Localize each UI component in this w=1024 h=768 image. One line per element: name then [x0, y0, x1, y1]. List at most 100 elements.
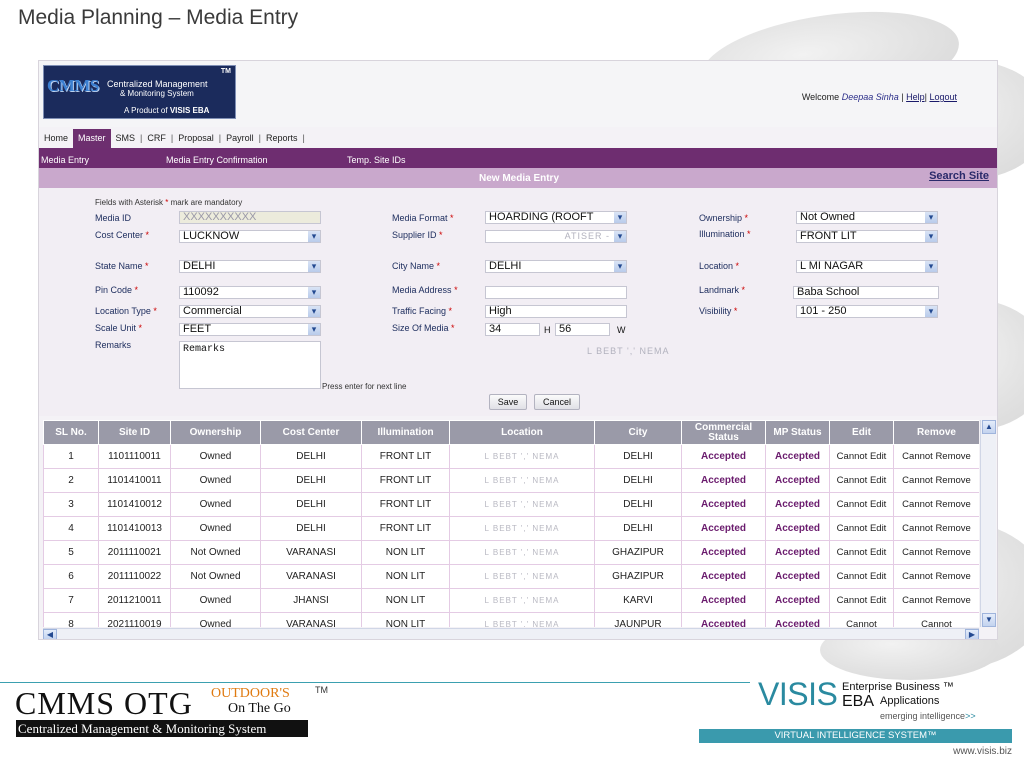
eba-text: EBA — [842, 693, 875, 710]
logo-line2: & Monitoring System — [120, 89, 194, 98]
cost-center-label: Cost Center * — [95, 230, 150, 240]
media-height-input[interactable]: 34 — [485, 323, 540, 336]
cell-remove[interactable]: Cannot Remove — [893, 468, 979, 493]
cell-edit[interactable]: Cannot Edit — [829, 516, 894, 541]
ownership-select[interactable]: Not Owned — [796, 211, 938, 224]
cell-ownership: Not Owned — [170, 540, 261, 565]
cell-edit[interactable]: Cannot Edit — [829, 492, 894, 517]
menu-master[interactable]: Master — [73, 129, 111, 148]
city-name-select[interactable]: DELHI — [485, 260, 627, 273]
cell-edit[interactable]: Cannot Edit — [829, 444, 894, 469]
cell-sl: 7 — [43, 588, 99, 613]
submenu-media-entry[interactable]: Media Entry — [41, 155, 89, 165]
user-name: Deepaa Sinha — [841, 92, 899, 102]
visibility-select[interactable]: 101 - 250 — [796, 305, 938, 318]
landmark-input[interactable]: Baba School — [793, 286, 939, 299]
cell-remove[interactable]: Cannot Remove — [893, 564, 979, 589]
remarks-label: Remarks — [95, 340, 132, 350]
scroll-left-icon[interactable]: ◀ — [43, 629, 57, 639]
cell-edit[interactable]: Cannot Edit — [829, 468, 894, 493]
menu-reports[interactable]: Reports — [261, 129, 303, 148]
cell-city: KARVI — [594, 588, 682, 613]
cell-location: L BEBT ',' NEMA — [449, 588, 595, 613]
media-width-input[interactable]: 56 — [555, 323, 610, 336]
column-header[interactable]: Ownership — [170, 420, 261, 445]
save-button[interactable]: Save — [489, 394, 527, 410]
cell-location: L BEBT ',' NEMA — [449, 612, 595, 627]
footer-divider — [0, 682, 750, 683]
column-header[interactable]: Location — [449, 420, 595, 445]
cell-location: L BEBT ',' NEMA — [449, 564, 595, 589]
table-row[interactable]: 7 2011210011 Owned JHANSI NON LIT L BEBT ',' … — [43, 588, 979, 613]
visibility-label: Visibility * — [699, 306, 738, 316]
column-header[interactable]: Remove — [893, 420, 979, 445]
pin-code-select[interactable]: 110092 — [179, 286, 321, 299]
menu-crf[interactable]: CRF — [142, 129, 171, 148]
cell-remove[interactable]: Cannot Remove — [893, 492, 979, 517]
state-name-select[interactable]: DELHI — [179, 260, 321, 273]
cell-edit[interactable]: Cannot Edit — [829, 540, 894, 565]
cell-edit[interactable]: Cannot Edit — [829, 564, 894, 589]
table-row[interactable]: 6 2011110022 Not Owned VARANASI NON LIT L BEB… — [43, 564, 979, 589]
cell-mp-status: Accepted — [765, 444, 830, 469]
main-menu: Home Master SMS | CRF | Proposal | Payro… — [39, 129, 305, 148]
supplier-id-select[interactable]: ATISER - — [485, 230, 627, 243]
menu-home[interactable]: Home — [39, 129, 73, 148]
cell-commercial-status: Accepted — [681, 492, 766, 517]
cell-remove[interactable]: Cannot Remove — [893, 540, 979, 565]
table-row[interactable]: 5 2011110021 Not Owned VARANASI NON LIT L BEB… — [43, 540, 979, 565]
scroll-up-icon[interactable]: ▲ — [982, 420, 996, 434]
traffic-facing-input[interactable]: High — [485, 305, 627, 318]
column-header[interactable]: Site ID — [98, 420, 171, 445]
location-label: Location * — [699, 261, 740, 271]
vertical-scrollbar[interactable]: ▲ ▼ — [980, 420, 996, 627]
cell-city: GHAZIPUR — [594, 564, 682, 589]
cell-remove[interactable]: Cannot Remove — [893, 444, 979, 469]
cell-commercial-status: Accepted — [681, 540, 766, 565]
menu-payroll[interactable]: Payroll — [221, 129, 259, 148]
scroll-right-icon[interactable]: ▶ — [965, 629, 979, 639]
cell-sl: 3 — [43, 492, 99, 517]
help-link[interactable]: Help — [906, 92, 925, 102]
cell-site-id: 2011110022 — [98, 564, 171, 589]
table-row[interactable]: 1 1101110011 Owned DELHI FRONT LIT L BEBT ','… — [43, 444, 979, 469]
remarks-textarea[interactable]: Remarks — [179, 341, 321, 389]
cell-edit[interactable]: Cannot Edit — [829, 588, 894, 613]
cell-commercial-status: Accepted — [681, 444, 766, 469]
search-site-link[interactable]: Search Site — [929, 170, 989, 182]
cancel-button[interactable]: Cancel — [534, 394, 580, 410]
menu-sms[interactable]: SMS — [111, 129, 141, 148]
cost-center-select[interactable]: LUCKNOW — [179, 230, 321, 243]
horizontal-scrollbar[interactable]: ◀ ▶ — [43, 628, 979, 639]
menu-proposal[interactable]: Proposal — [173, 129, 219, 148]
column-header[interactable]: Illumination — [361, 420, 450, 445]
table-row[interactable]: 4 1101410013 Owned DELHI FRONT LIT L BEBT ','… — [43, 516, 979, 541]
submenu-temp-site-ids[interactable]: Temp. Site IDs — [347, 155, 406, 165]
scroll-down-icon[interactable]: ▼ — [982, 613, 996, 627]
table-row[interactable]: 2 1101410011 Owned DELHI FRONT LIT L BEBT ','… — [43, 468, 979, 493]
location-type-select[interactable]: Commercial — [179, 305, 321, 318]
table-row[interactable]: 3 1101410012 Owned DELHI FRONT LIT L BEBT ','… — [43, 492, 979, 517]
media-address-input[interactable] — [485, 286, 627, 299]
column-header[interactable]: Commercial Status — [681, 420, 766, 445]
table-row[interactable]: 8 2021110019 Owned VARANASI NON LIT L BEBT ',… — [43, 612, 979, 627]
logout-link[interactable]: Logout — [929, 92, 957, 102]
cell-remove[interactable]: Cannot Remove — [893, 516, 979, 541]
cell-remove[interactable]: Cannot — [893, 612, 979, 627]
column-header[interactable]: SL No. — [43, 420, 99, 445]
column-header[interactable]: MP Status — [765, 420, 830, 445]
column-header[interactable]: Cost Center — [260, 420, 362, 445]
illumination-select[interactable]: FRONT LIT — [796, 230, 938, 243]
sub-menu: Media Entry Media Entry Confirmation Tem… — [39, 148, 997, 168]
scale-unit-select[interactable]: FEET — [179, 323, 321, 336]
submenu-media-entry-confirmation[interactable]: Media Entry Confirmation — [166, 155, 268, 165]
media-format-select[interactable]: HOARDING (ROOFT — [485, 211, 627, 224]
cell-remove[interactable]: Cannot Remove — [893, 588, 979, 613]
enterprise-text: Enterprise Business ™ — [842, 681, 954, 693]
column-header[interactable]: Edit — [829, 420, 894, 445]
cell-edit[interactable]: Cannot — [829, 612, 894, 627]
column-header[interactable]: City — [594, 420, 682, 445]
scale-unit-label: Scale Unit * — [95, 323, 143, 333]
location-select[interactable]: L MI NAGAR — [796, 260, 938, 273]
media-table: SL No. Site ID Ownership Cost Center Ill… — [43, 420, 979, 627]
